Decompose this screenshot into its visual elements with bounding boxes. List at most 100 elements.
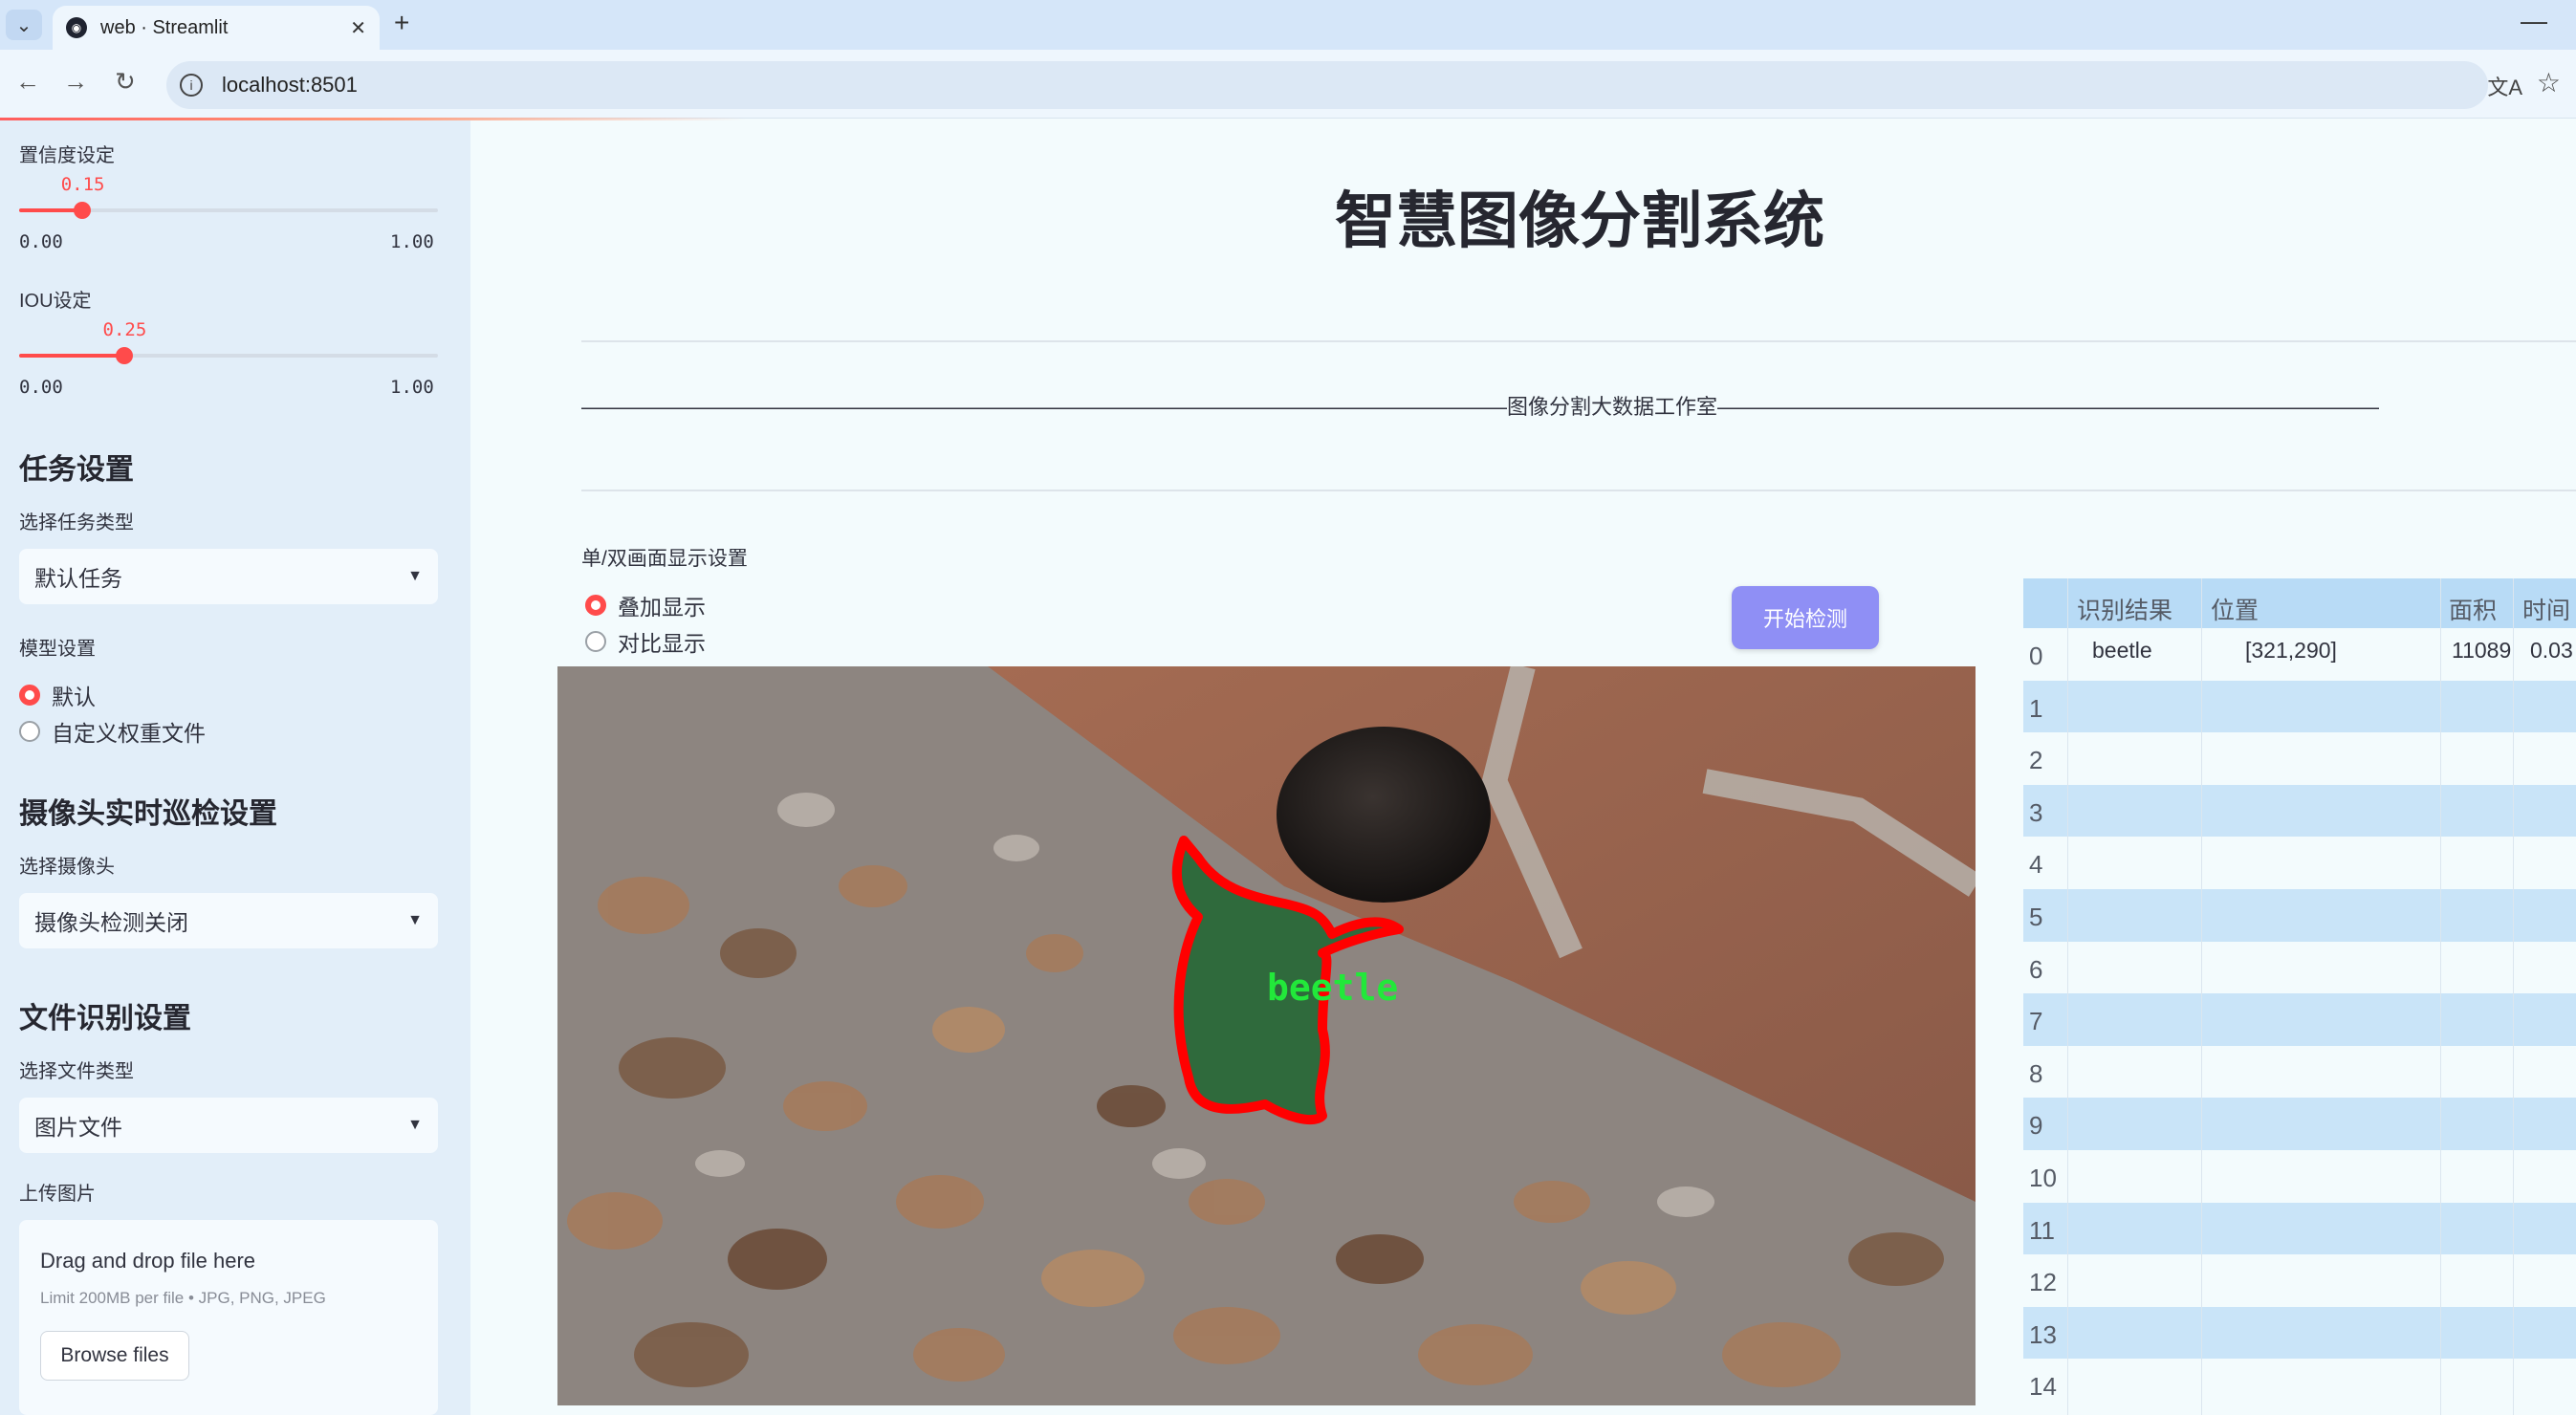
start-detection-button[interactable]: 开始检测	[1732, 586, 1879, 649]
table-row[interactable]: 8	[2023, 1045, 2576, 1099]
column-divider	[2201, 578, 2202, 1415]
display-option-label: 对比显示	[618, 631, 706, 656]
camera-section-heading: 摄像头实时巡检设置	[19, 798, 277, 830]
column-header-position[interactable]: 位置	[2211, 592, 2259, 626]
table-header: 识别结果 位置 面积 时间	[2023, 578, 2576, 628]
table-row[interactable]: 7	[2023, 993, 2576, 1046]
tab-search-icon[interactable]: ⌄	[6, 10, 42, 40]
iou-max: 1.00	[390, 377, 434, 398]
table-row[interactable]: 10	[2023, 1150, 2576, 1203]
segmentation-result-image: beetle	[557, 666, 1976, 1405]
url-field[interactable]: i localhost:8501	[166, 61, 2488, 109]
iou-value: 0.25	[102, 319, 147, 340]
iou-label: IOU设定	[19, 291, 92, 312]
cell-area: 11089	[2452, 638, 2512, 663]
display-option-overlay[interactable]: 叠加显示	[585, 589, 706, 621]
confidence-value: 0.15	[60, 174, 105, 195]
display-option-label: 叠加显示	[618, 595, 706, 620]
table-row[interactable]: 4	[2023, 837, 2576, 889]
display-option-compare[interactable]: 对比显示	[585, 625, 706, 658]
mask-class-label: beetle	[1267, 967, 1398, 1009]
camera-value: 摄像头检测关闭	[34, 910, 188, 935]
row-index: 13	[2029, 1319, 2057, 1349]
display-mode-label: 单/双画面显示设置	[581, 548, 748, 570]
radio-icon[interactable]	[19, 685, 40, 706]
row-index: 5	[2029, 903, 2043, 931]
confidence-slider[interactable]	[19, 202, 438, 219]
column-header-time[interactable]: 时间	[2522, 592, 2570, 626]
model-option-label: 自定义权重文件	[52, 721, 206, 746]
table-row[interactable]: 5	[2023, 889, 2576, 942]
file-dropzone[interactable]: Drag and drop file here Limit 200MB per …	[19, 1220, 438, 1415]
table-row[interactable]: 1	[2023, 680, 2576, 733]
task-type-value: 默认任务	[34, 566, 122, 591]
results-table: 识别结果 位置 面积 时间 0 beetle [321,290] 11089 0.03 1…	[2023, 578, 2576, 1415]
browser-tab-bar: ⌄ ◉ web · Streamlit ✕ + —	[0, 0, 2576, 50]
row-index: 7	[2029, 1007, 2043, 1036]
iou-slider-thumb[interactable]	[115, 347, 133, 364]
back-icon[interactable]: ←	[15, 67, 40, 97]
tab-title: web · Streamlit	[100, 16, 229, 38]
task-type-select[interactable]: 默认任务 ▼	[19, 549, 438, 604]
table-row[interactable]: 3	[2023, 784, 2576, 838]
translate-icon[interactable]: 文A	[2487, 71, 2522, 101]
radio-icon[interactable]	[585, 631, 606, 652]
task-section-heading: 任务设置	[19, 454, 134, 486]
window-minimize-icon[interactable]: —	[2521, 6, 2547, 36]
confidence-slider-thumb[interactable]	[73, 202, 91, 219]
column-header-result[interactable]: 识别结果	[2077, 592, 2172, 626]
new-tab-icon[interactable]: +	[394, 8, 409, 38]
chevron-down-icon: ▼	[407, 1117, 423, 1133]
tab-close-icon[interactable]: ✕	[350, 16, 366, 40]
browser-tab[interactable]: ◉ web · Streamlit ✕	[53, 6, 380, 50]
row-index: 11	[2029, 1215, 2055, 1245]
task-type-label: 选择任务类型	[19, 512, 134, 533]
table-row[interactable]: 9	[2023, 1098, 2576, 1150]
row-index: 12	[2029, 1268, 2057, 1297]
column-header-area[interactable]: 面积	[2449, 592, 2497, 626]
row-index: 3	[2029, 797, 2043, 827]
upload-label: 上传图片	[19, 1184, 96, 1205]
row-index: 14	[2029, 1372, 2057, 1402]
table-row[interactable]: 12	[2023, 1254, 2576, 1307]
radio-icon[interactable]	[19, 721, 40, 742]
browse-files-button[interactable]: Browse files	[40, 1331, 189, 1381]
cell-result: beetle	[2092, 638, 2152, 663]
iou-slider[interactable]	[19, 347, 438, 364]
model-option-default[interactable]: 默认	[19, 679, 96, 711]
address-bar: ← → ↻ i localhost:8501 文A ☆	[0, 50, 2576, 119]
file-type-label: 选择文件类型	[19, 1061, 134, 1082]
dropzone-limit: Limit 200MB per file • JPG, PNG, JPEG	[40, 1289, 326, 1307]
row-index: 9	[2029, 1111, 2043, 1141]
site-info-icon[interactable]: i	[180, 74, 203, 97]
dropzone-title: Drag and drop file here	[40, 1249, 256, 1273]
table-row[interactable]: 11	[2023, 1202, 2576, 1255]
iou-min: 0.00	[19, 377, 63, 398]
iou-slider-fill	[19, 354, 124, 358]
divider	[581, 490, 2576, 491]
table-row[interactable]: 6	[2023, 941, 2576, 994]
cell-position: [321,290]	[2245, 638, 2337, 663]
bookmark-star-icon[interactable]: ☆	[2537, 67, 2561, 98]
camera-label: 选择摄像头	[19, 857, 115, 878]
table-row[interactable]: 0 beetle [321,290] 11089 0.03	[2023, 628, 2576, 681]
reload-icon[interactable]: ↻	[115, 67, 136, 97]
table-row[interactable]: 14	[2023, 1359, 2576, 1411]
confidence-label: 置信度设定	[19, 145, 115, 166]
chevron-down-icon: ▼	[407, 568, 423, 584]
row-index: 6	[2029, 954, 2043, 984]
row-index: 0	[2029, 642, 2043, 670]
row-index: 10	[2029, 1164, 2057, 1192]
column-divider	[2067, 578, 2068, 1415]
file-type-select[interactable]: 图片文件 ▼	[19, 1098, 438, 1153]
confidence-min: 0.00	[19, 231, 63, 252]
url-text: localhost:8501	[222, 73, 358, 97]
table-row[interactable]: 2	[2023, 732, 2576, 785]
camera-select[interactable]: 摄像头检测关闭 ▼	[19, 893, 438, 948]
forward-icon[interactable]: →	[63, 67, 88, 97]
page-title: 智慧图像分割系统	[1335, 186, 1824, 255]
model-option-custom[interactable]: 自定义权重文件	[19, 715, 206, 748]
radio-icon[interactable]	[585, 595, 606, 616]
table-row[interactable]: 13	[2023, 1306, 2576, 1360]
row-index: 2	[2029, 746, 2043, 775]
